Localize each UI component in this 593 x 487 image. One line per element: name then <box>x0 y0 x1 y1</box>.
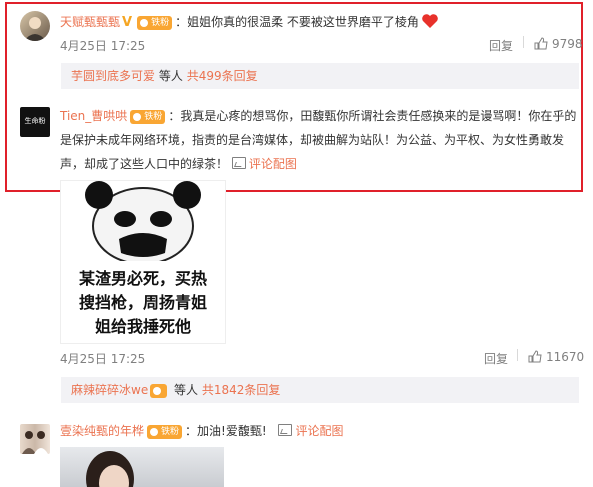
comment-line-1: 天赋甄甄甄 V 铁粉 ：姐姐你真的很温柔 不要被这世界磨平了棱角 <box>60 13 439 30</box>
comment-image[interactable] <box>60 447 224 487</box>
avatar[interactable]: 生命粉 <box>20 107 50 137</box>
sub-reply-total-link[interactable]: 共1842条回复 <box>202 383 281 397</box>
sub-reply-suffix: 等人 <box>158 69 183 83</box>
sub-reply-suffix: 等人 <box>174 383 199 397</box>
panda-meme-icon <box>85 181 201 261</box>
thumbs-up-icon <box>528 350 542 363</box>
comment-text-line: ：我真是心疼的想骂你，田馥甄你所谓社会责任感换来的是谩骂啊！你在乎的 <box>168 109 577 123</box>
heart-icon <box>422 14 438 28</box>
comment-text: ：姐姐你真的很温柔 不要被这世界磨平了棱角 <box>175 15 419 29</box>
reply-button[interactable]: 回复 <box>484 350 508 367</box>
comment-text-line: 是保护未成年网络环境，指责的是台湾媒体，却被曲解为站队！为公益、为平权、为女性勇… <box>60 133 565 147</box>
sub-reply-bar[interactable]: 麻辣碎碎冰we 等人 共1842条回复 <box>61 377 579 403</box>
comment-text: ：加油!爱馥甄! <box>185 424 267 438</box>
sub-reply-total-link[interactable]: 共499条回复 <box>187 69 258 83</box>
meme-line: 姐给我捶死他 <box>94 317 191 336</box>
avatar[interactable] <box>20 424 50 454</box>
comment-image[interactable]: 某渣男必死，买热 搜挡枪，周扬青姐 姐给我捶死他 <box>60 180 226 344</box>
comment-date: 4月25日 17:25 <box>60 352 146 366</box>
fan-badge <box>150 383 168 398</box>
divider <box>513 35 534 49</box>
verified-v-icon: V <box>122 15 133 30</box>
meme-caption: 某渣男必死，买热 搜挡枪，周扬青姐 姐给我捶死他 <box>61 267 225 339</box>
like-button[interactable]: 9798 <box>534 37 583 51</box>
divider <box>507 348 528 362</box>
username-link[interactable]: Tien_曹哄哄 <box>60 109 127 123</box>
avatar-text: 生命粉 <box>24 117 46 125</box>
like-count: 11670 <box>546 350 585 364</box>
comment-image-label: 评论配图 <box>248 157 297 171</box>
comment-line-3: 壹染纯甄的年桦 铁粉 ：加油!爱馥甄! 评论配图 <box>60 422 344 439</box>
meme-line: 搜挡枪，周扬青姐 <box>78 293 207 312</box>
sub-reply-user[interactable]: 芋圆到底多可爱 <box>71 69 155 83</box>
avatar-photo-icon <box>24 17 46 41</box>
comment-text-wrap: 声，却成了这些人口中的绿茶！ 评论配图 <box>60 155 297 172</box>
like-count: 9798 <box>552 37 583 51</box>
username-link[interactable]: 壹染纯甄的年桦 <box>60 424 144 438</box>
comment-line-2: Tien_曹哄哄 铁粉 ：我真是心疼的想骂你，田馥甄你所谓社会责任感换来的是谩骂啊！… <box>60 107 576 124</box>
meme-line: 某渣男必死，买热 <box>78 269 207 288</box>
sub-reply-bar[interactable]: 芋圆到底多可爱 等人 共499条回复 <box>61 63 579 89</box>
avatar-photo-icon <box>22 431 48 454</box>
username-link[interactable]: 天赋甄甄甄 <box>60 15 120 29</box>
picture-icon <box>278 424 293 436</box>
fan-badge[interactable]: 铁粉 <box>130 109 166 124</box>
comment-image-link[interactable]: 评论配图 <box>278 424 344 438</box>
fan-badge[interactable]: 铁粉 <box>137 15 173 30</box>
comment-image-link[interactable]: 评论配图 <box>231 157 297 171</box>
comment-image-label: 评论配图 <box>295 424 344 438</box>
thumbs-up-icon <box>534 37 548 50</box>
like-button[interactable]: 11670 <box>528 350 584 364</box>
avatar[interactable] <box>20 11 50 41</box>
picture-icon <box>231 157 246 169</box>
photo-icon <box>86 451 134 487</box>
reply-button[interactable]: 回复 <box>489 37 513 54</box>
comment-date: 4月25日 17:25 <box>60 39 146 53</box>
comment-text-line: 声，却成了这些人口中的绿茶！ <box>60 157 229 171</box>
fan-badge[interactable]: 铁粉 <box>147 424 183 439</box>
sub-reply-user[interactable]: 麻辣碎碎冰we <box>71 383 148 397</box>
